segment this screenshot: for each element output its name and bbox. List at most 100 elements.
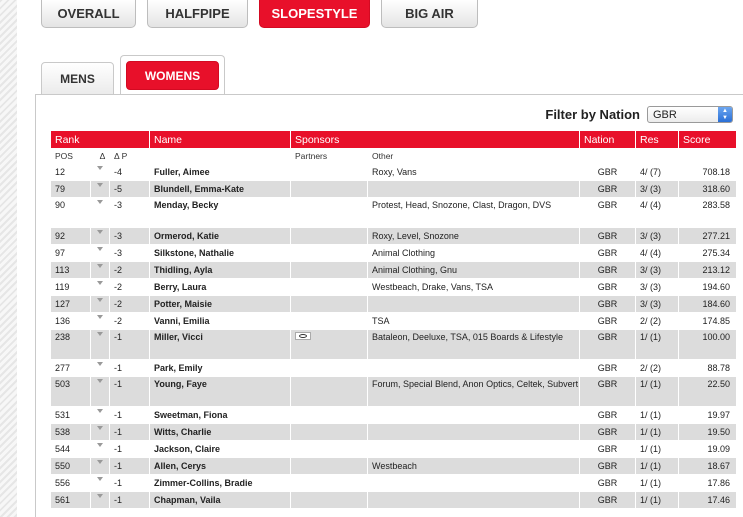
row-delta: [91, 492, 110, 508]
row-other-sponsors: Roxy, Level, Snozone: [368, 228, 580, 244]
row-name: Ormerod, Katie: [150, 228, 291, 244]
rank-down-icon: [97, 443, 103, 447]
table-row: 136 -2 Vanni, Emilia TSA GBR 2/ (2) 174.85: [51, 313, 736, 330]
table-row: 503 -1 Young, Faye Forum, Special Blend, An…: [51, 377, 736, 407]
nation-select[interactable]: GBR ▲ ▼: [647, 106, 733, 123]
table-row: 97 -3 Silkstone, Nathalie Animal Clothing GB…: [51, 245, 736, 262]
header-score[interactable]: Score: [679, 131, 736, 148]
row-other-sponsors: Animal Clothing: [368, 245, 580, 261]
row-res: 1/ (1): [636, 407, 679, 423]
row-other-sponsors: Westbeach, Drake, Vans, TSA: [368, 279, 580, 295]
rank-down-icon: [97, 200, 103, 204]
row-name: Fuller, Aimee: [150, 164, 291, 180]
row-delta: [91, 330, 110, 359]
row-res: 1/ (1): [636, 458, 679, 474]
row-delta-p: -1: [110, 360, 150, 376]
row-nation: GBR: [580, 377, 636, 406]
row-name: Witts, Charlie: [150, 424, 291, 440]
row-delta-p: -1: [110, 458, 150, 474]
row-partners: [291, 198, 368, 227]
row-delta-p: -1: [110, 441, 150, 457]
tab-womens[interactable]: WOMENS: [126, 61, 219, 90]
row-other-sponsors: Bataleon, Deeluxe, TSA, 015 Boards & Lif…: [368, 330, 580, 359]
rank-down-icon: [97, 362, 103, 366]
rank-down-icon: [97, 315, 103, 319]
row-res: 2/ (2): [636, 313, 679, 329]
table-row: 79 -5 Blundell, Emma-Kate GBR 3/ (3) 318.60: [51, 181, 736, 198]
row-partners: [291, 407, 368, 423]
row-other-sponsors: [368, 441, 580, 457]
row-pos: 538: [51, 424, 91, 440]
tab-big-air[interactable]: BIG AIR: [381, 0, 478, 28]
row-score: 19.97: [707, 409, 730, 420]
header-sponsors: Sponsors: [291, 131, 580, 148]
row-nation: GBR: [580, 492, 636, 508]
row-delta-p: -1: [110, 330, 150, 359]
tab-overall[interactable]: OVERALL: [41, 0, 136, 28]
row-partners: [291, 262, 368, 278]
row-pos: 12: [51, 164, 91, 180]
rank-down-icon: [97, 230, 103, 234]
row-res: 1/ (1): [636, 424, 679, 440]
filter-label: Filter by Nation: [545, 107, 640, 122]
row-res: 3/ (3): [636, 279, 679, 295]
table-row: 119 -2 Berry, Laura Westbeach, Drake, Vans,…: [51, 279, 736, 296]
row-nation: GBR: [580, 296, 636, 312]
table-row: 561 -1 Chapman, Vaila GBR 1/ (1) 17.46: [51, 492, 736, 509]
row-res: 3/ (3): [636, 228, 679, 244]
row-score: 18.67: [707, 460, 730, 471]
row-name: Berry, Laura: [150, 279, 291, 295]
table-row: 277 -1 Park, Emily GBR 2/ (2) 88.78: [51, 360, 736, 377]
row-partners: [291, 313, 368, 329]
row-res: 4/ (4): [636, 198, 679, 227]
row-nation: GBR: [580, 181, 636, 197]
row-pos: 113: [51, 262, 91, 278]
rank-down-icon: [97, 298, 103, 302]
row-pos: 90: [51, 198, 91, 227]
row-score: 277.21: [702, 230, 730, 241]
table-header: Rank Name Sponsors Nation Res Score: [51, 131, 736, 148]
subheader-pos: POS: [55, 151, 73, 161]
row-delta: [91, 458, 110, 474]
row-other-sponsors: Roxy, Vans: [368, 164, 580, 180]
row-score: 283.58: [702, 200, 730, 210]
tab-mens[interactable]: MENS: [41, 62, 114, 95]
header-name[interactable]: Name: [150, 131, 291, 148]
table-row: 90 -3 Menday, Becky Protest, Head, Snozone,…: [51, 198, 736, 228]
row-partners: [291, 441, 368, 457]
row-nation: GBR: [580, 198, 636, 227]
table-row: 550 -1 Allen, Cerys Westbeach GBR 1/ (1) 18.67: [51, 458, 736, 475]
rank-down-icon: [97, 247, 103, 251]
row-res: 3/ (3): [636, 181, 679, 197]
nation-filter: Filter by Nation GBR ▲ ▼: [545, 106, 733, 123]
tab-halfpipe[interactable]: HALFPIPE: [147, 0, 248, 28]
results-table: Rank Name Sponsors Nation Res Score POS …: [51, 131, 736, 509]
table-row: 127 -2 Potter, Maisie GBR 3/ (3) 184.60: [51, 296, 736, 313]
header-rank[interactable]: Rank: [51, 131, 150, 148]
row-nation: GBR: [580, 475, 636, 491]
row-name: Thidling, Ayla: [150, 262, 291, 278]
table-row: 113 -2 Thidling, Ayla Animal Clothing, Gnu G…: [51, 262, 736, 279]
row-other-sponsors: [368, 475, 580, 491]
header-nation[interactable]: Nation: [580, 131, 636, 148]
row-pos: 92: [51, 228, 91, 244]
row-score: 19.09: [707, 443, 730, 454]
row-score: 213.12: [702, 264, 730, 275]
row-other-sponsors: [368, 424, 580, 440]
row-delta-p: -3: [110, 198, 150, 227]
header-res[interactable]: Res: [636, 131, 679, 148]
row-delta-p: -1: [110, 377, 150, 406]
row-delta: [91, 245, 110, 261]
tab-slopestyle[interactable]: SLOPESTYLE: [259, 0, 370, 28]
row-pos: 503: [51, 377, 91, 406]
rank-down-icon: [97, 409, 103, 413]
decorative-stripe: [0, 0, 17, 517]
rank-down-icon: [97, 183, 103, 187]
row-other-sponsors: [368, 360, 580, 376]
row-partners: [291, 181, 368, 197]
rank-down-icon: [97, 332, 103, 336]
row-score: 100.00: [702, 332, 730, 342]
row-score: 318.60: [702, 183, 730, 194]
row-other-sponsors: [368, 407, 580, 423]
row-pos: 561: [51, 492, 91, 508]
